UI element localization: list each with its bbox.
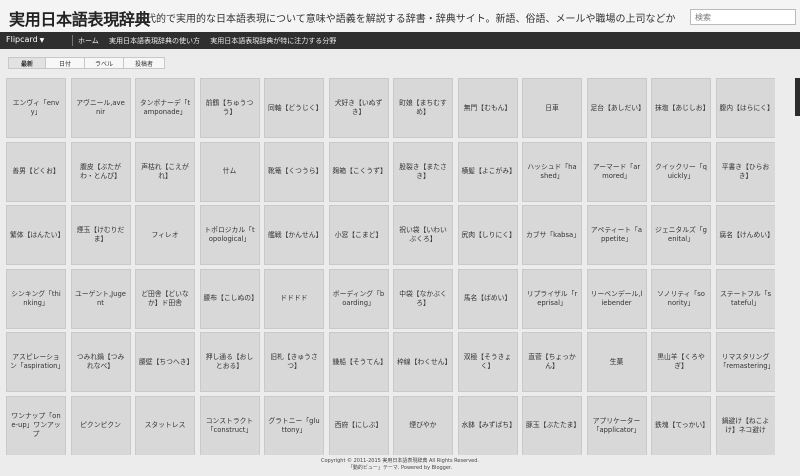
flipcard-item[interactable]: 善男【どくお】 — [6, 141, 66, 202]
search-input[interactable] — [690, 9, 796, 25]
flipcard-item[interactable]: 煙びやか — [393, 395, 453, 455]
flipcard-item[interactable]: 枠線【わくせん】 — [393, 332, 453, 393]
nav-links: ホーム 実用日本語表現辞典の使い方 実用日本語表現辞典が特に注力する分野 — [78, 36, 344, 46]
flipcard-item[interactable]: 什ム — [199, 141, 260, 202]
flipcard-label: Flipcard — [6, 35, 38, 44]
flipcard-item[interactable]: ワンナップ「one-up」ワンアップ — [6, 395, 66, 455]
flipcard-item[interactable]: ステートフル「stateful」 — [715, 268, 775, 329]
flipcard-item[interactable]: シンキング「thinking」 — [6, 268, 66, 329]
tab-label[interactable]: ラベル — [84, 57, 124, 69]
flipcard-item[interactable]: ジェニタルズ「genital」 — [651, 205, 711, 266]
chevron-down-icon: ▼ — [39, 37, 45, 44]
view-tabs: 最新 日付 ラベル 投稿者 — [8, 57, 165, 69]
tab-date[interactable]: 日付 — [45, 57, 85, 69]
nav-divider — [72, 35, 73, 46]
flipcard-item[interactable]: エンヴィ「envy」 — [6, 78, 66, 138]
flipcard-item[interactable]: 黒山羊【くろやぎ】 — [651, 332, 711, 393]
flipcard-item[interactable]: 抹塩【あじしお】 — [651, 78, 711, 138]
flipcard-item[interactable]: 鍋避け【ねこよけ】ネコ避け — [715, 395, 775, 455]
site-description: 現代的で実用的な日本語表現について意味や語義を解説する辞書・辞典サイト。新語、俗… — [136, 14, 676, 25]
nav-link-focus[interactable]: 実用日本語表現辞典が特に注力する分野 — [210, 37, 336, 45]
flipcard-item[interactable]: 馬名【ばめい】 — [457, 268, 518, 329]
flipcard-item[interactable]: ソノリティ「sonority」 — [651, 268, 711, 329]
flipcard-item[interactable]: 横髪【よこがみ】 — [457, 141, 518, 202]
flipcard-item[interactable]: カブサ「kabsa」 — [522, 205, 582, 266]
flipcard-grid-container: エンヴィ「envy」 アヴニール,avenir タンポナーデ「tamponade」前… — [6, 78, 775, 455]
flipcard-item[interactable]: 水鉢【みずばち】 — [457, 395, 518, 455]
flipcard-item[interactable]: 尻肉【しりにく】 — [457, 205, 518, 266]
flipcard-item[interactable]: 押し通る【おしとおる】 — [199, 332, 260, 393]
flipcard-item[interactable]: リーベンデール,liebender — [586, 268, 647, 329]
flipcard-item[interactable]: 足台【あしだい】 — [586, 78, 647, 138]
flipcard-item[interactable]: アペティート「appetite」 — [586, 205, 647, 266]
flipcard-item[interactable]: グラトニー「gluttony」 — [264, 395, 324, 455]
flipcard-item[interactable]: 前鶴【ちゅうつう】 — [199, 78, 260, 138]
theme-credit: 「動的ビュー」テーマ. Powered by Blogger. — [347, 465, 453, 471]
flipcard-item[interactable]: リプライザル「reprisal」 — [522, 268, 582, 329]
flipcard-item[interactable]: 腰壁【ちつへき】 — [135, 332, 195, 393]
flipcard-item[interactable]: アーマード「armored」 — [586, 141, 647, 202]
flipcard-item[interactable]: タンポナーデ「tamponade」 — [135, 78, 195, 138]
flipcard-item[interactable]: アヴニール,avenir — [70, 78, 131, 138]
flipcard-item[interactable]: 股裂き【またさき】 — [393, 141, 453, 202]
flipcard-menu-button[interactable]: Flipcard ▼ — [6, 35, 44, 44]
flipcard-item[interactable]: つみれ鍋【つみれなべ】 — [70, 332, 131, 393]
flipcard-item[interactable]: 中袋【なかぶくろ】 — [393, 268, 453, 329]
flipcard-item[interactable]: 靴篭【くつうら】 — [264, 141, 324, 202]
footer: Copyright © 2011-2015 実用日本語表現辞典 All Righ… — [0, 455, 800, 476]
flipcard-item[interactable]: トポロジカル「topological」 — [199, 205, 260, 266]
flipcard-item[interactable]: 日車 — [522, 78, 582, 138]
flipcard-item[interactable]: 小窓【こまど】 — [328, 205, 389, 266]
flipcard-item[interactable]: ボーディング「boarding」 — [328, 268, 389, 329]
flipcard-item[interactable]: クイックリー「quickly」 — [651, 141, 711, 202]
flipcard-item[interactable]: 西府【にしぶ】 — [328, 395, 389, 455]
nav-link-usage[interactable]: 実用日本語表現辞典の使い方 — [109, 37, 200, 45]
flipcard-item[interactable]: ハッシュド「hashed」 — [522, 141, 582, 202]
site-title[interactable]: 実用日本語表現辞典 — [9, 6, 151, 30]
flipcard-item[interactable]: 艦戦【かんせん】 — [264, 205, 324, 266]
flipcard-item[interactable]: 腰布【こしぬの】 — [199, 268, 260, 329]
nav-link-home[interactable]: ホーム — [78, 37, 99, 45]
flipcard-item[interactable]: スタットレス — [135, 395, 195, 455]
side-panel-handle[interactable] — [795, 78, 800, 116]
flipcard-item[interactable]: コンストラクト「construct」 — [199, 395, 260, 455]
flipcard-item[interactable]: 繁体【はんたい】 — [6, 205, 66, 266]
flipcard-item[interactable]: 祝い袋【いわいぶくろ】 — [393, 205, 453, 266]
flipcard-item[interactable]: 声枯れ【こえがれ】 — [135, 141, 195, 202]
flipcard-item[interactable]: 腐名【けんめい】 — [715, 205, 775, 266]
flipcard-item[interactable]: ど田舎【どいなか】ド田舎 — [135, 268, 195, 329]
flipcard-item[interactable]: ユーゲント,Jugent — [70, 268, 131, 329]
flipcard-item[interactable]: アスピレーション「aspiration」 — [6, 332, 66, 393]
flipcard-item[interactable]: ドドドド — [264, 268, 324, 329]
flipcard-item[interactable]: 犬好き【いぬずき】 — [328, 78, 389, 138]
tab-latest[interactable]: 最新 — [8, 57, 46, 69]
flipcard-item[interactable]: リマスタリング「remastering」 — [715, 332, 775, 393]
flipcard-item[interactable]: 直菅【ちょっかん】 — [522, 332, 582, 393]
flipcard-item[interactable]: フィレオ — [135, 205, 195, 266]
flipcard-item[interactable]: 平書き【ひらおき】 — [715, 141, 775, 202]
flipcard-item[interactable]: 生菓 — [586, 332, 647, 393]
flipcard-item[interactable]: 鉄塊【てっかい】 — [651, 395, 711, 455]
flipcard-item[interactable]: 腹内【はらにく】 — [715, 78, 775, 138]
flipcard-item[interactable]: 双極【そうきょく】 — [457, 332, 518, 393]
flipcard-item[interactable]: 麹箱【こくうず】 — [328, 141, 389, 202]
flipcard-item[interactable]: 旧札【きゅうさつ】 — [264, 332, 324, 393]
flipcard-item[interactable]: アプリケーター「applicator」 — [586, 395, 647, 455]
flipcard-item[interactable]: 鎌船【そうてん】 — [328, 332, 389, 393]
flipcard-item[interactable]: ピクンピクン — [70, 395, 131, 455]
flipcard-grid: エンヴィ「envy」 アヴニール,avenir タンポナーデ「tamponade」前… — [6, 78, 775, 455]
flipcard-item[interactable]: 腹皮【ぶたがわ・とんぴ】 — [70, 141, 131, 202]
flipcard-item[interactable]: 煙玉【けむりだま】 — [70, 205, 131, 266]
nav-bar: Flipcard ▼ ホーム 実用日本語表現辞典の使い方 実用日本語表現辞典が特に… — [0, 32, 800, 49]
tab-author[interactable]: 投稿者 — [123, 57, 165, 69]
site-header: 実用日本語表現辞典 現代的で実用的な日本語表現について意味や語義を解説する辞書・… — [0, 0, 800, 32]
flipcard-item[interactable]: 同軸【どうじく】 — [264, 78, 324, 138]
flipcard-item[interactable]: 無門【むもん】 — [457, 78, 518, 138]
flipcard-item[interactable]: 豚玉【ぶたたま】 — [522, 395, 582, 455]
flipcard-item[interactable]: 町娘【まちむすめ】 — [393, 78, 453, 138]
copyright-text: Copyright © 2011-2015 実用日本語表現辞典 All Righ… — [320, 458, 480, 464]
